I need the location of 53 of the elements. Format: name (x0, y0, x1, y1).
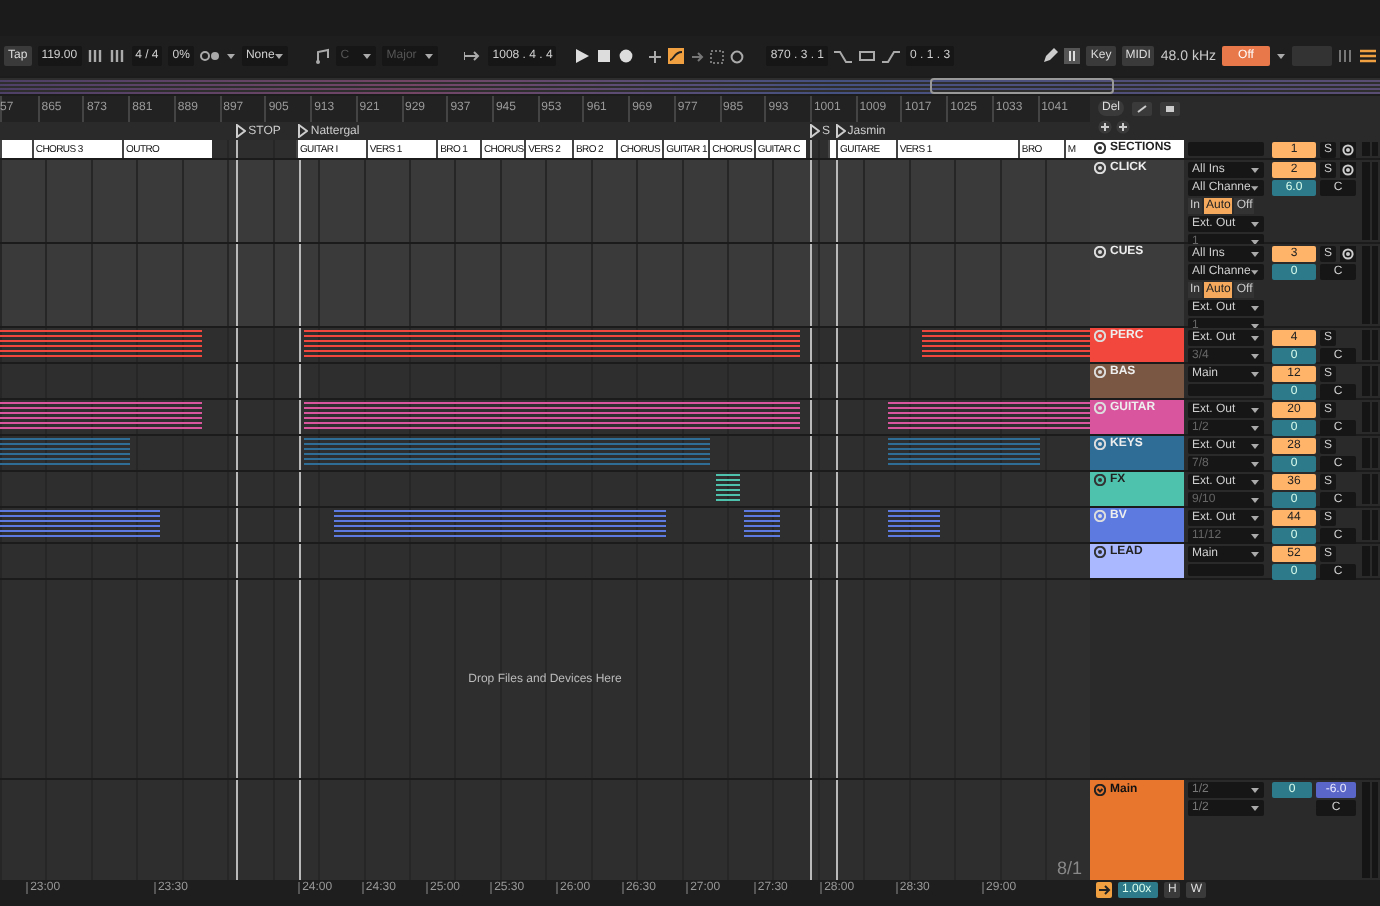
section-clip[interactable] (828, 140, 837, 158)
locator-icon (236, 124, 247, 138)
follow-icon[interactable] (1096, 882, 1112, 898)
locator-icon (809, 124, 820, 138)
midi-clip[interactable] (304, 402, 800, 432)
bars-icon[interactable] (1338, 48, 1354, 64)
midi-clip[interactable] (921, 330, 1090, 360)
midi-clip[interactable] (304, 438, 710, 468)
dotted-square-icon[interactable] (710, 49, 725, 63)
caret-icon[interactable] (225, 52, 236, 60)
note-icon[interactable] (314, 48, 331, 64)
midi-clip[interactable] (0, 402, 203, 432)
caret-icon[interactable] (274, 52, 285, 60)
record-icon[interactable] (618, 48, 635, 64)
midi-clip[interactable] (0, 438, 131, 468)
section-clip[interactable] (0, 140, 32, 158)
midi-clip[interactable] (887, 402, 1090, 432)
play-icon[interactable] (574, 48, 591, 64)
caret-icon[interactable] (1276, 52, 1286, 60)
loop-icon[interactable] (858, 49, 877, 63)
circle-icon[interactable] (730, 49, 745, 63)
midi-clip[interactable] (744, 510, 780, 540)
track-activator-icon[interactable] (1094, 474, 1106, 486)
midi-clip[interactable] (0, 330, 203, 360)
track-activator-icon[interactable] (1094, 546, 1106, 558)
arrow-icon[interactable] (690, 49, 705, 63)
overview-viewport[interactable] (930, 78, 1114, 94)
midi-clip[interactable] (304, 330, 800, 360)
midi-clip[interactable] (0, 510, 161, 540)
metronome-icon[interactable] (199, 50, 220, 62)
folder-icon[interactable] (1160, 101, 1181, 115)
add-icon[interactable] (1116, 120, 1130, 134)
add-icon[interactable] (1098, 120, 1112, 134)
grid-label: 8/1 (1056, 858, 1082, 878)
locator-icon (835, 124, 846, 138)
track-activator-icon[interactable] (1094, 784, 1106, 796)
bars-icon[interactable] (109, 48, 126, 64)
midi-clip[interactable] (887, 438, 1040, 468)
punch-in-icon[interactable] (834, 49, 853, 63)
stop-icon[interactable] (596, 48, 613, 64)
bars-icon[interactable] (87, 48, 104, 64)
punch-out-icon[interactable] (882, 49, 901, 63)
record-arm-icon[interactable] (1340, 162, 1356, 178)
record-arm-icon[interactable] (1340, 246, 1356, 262)
plus-icon[interactable] (648, 49, 663, 63)
menu-icon[interactable] (1360, 48, 1376, 64)
arrow-icon[interactable] (464, 50, 483, 62)
pencil-icon[interactable] (1042, 48, 1059, 64)
curve-icon[interactable] (668, 48, 685, 64)
record-arm-icon[interactable] (1340, 142, 1356, 158)
locator-icon (298, 124, 309, 138)
resize-icon[interactable] (1132, 101, 1153, 115)
pause-icon[interactable] (1064, 48, 1081, 64)
